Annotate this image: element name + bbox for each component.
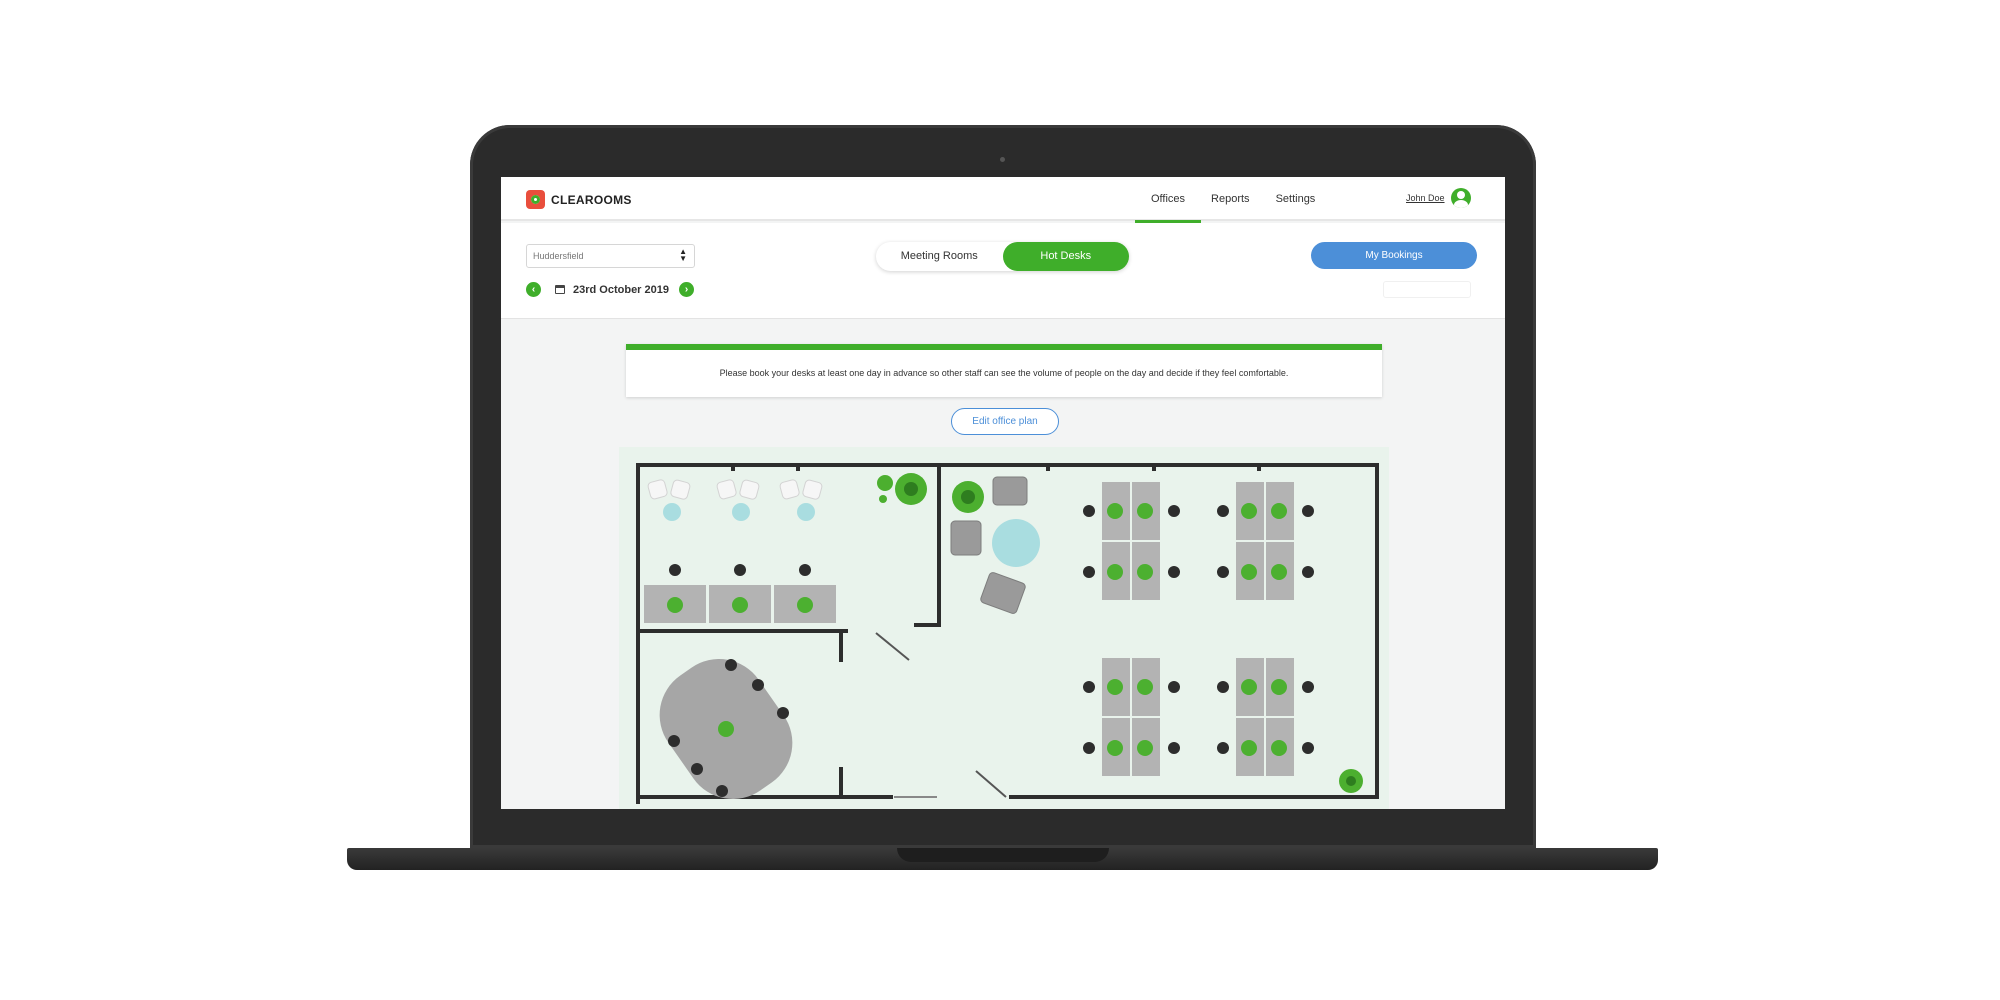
app-name: CLEAROOMS [551, 192, 632, 207]
clearooms-logo-icon [526, 190, 545, 209]
logo[interactable]: CLEAROOMS [526, 190, 632, 209]
main-nav: Offices Reports Settings [1134, 177, 1341, 223]
user-name-link[interactable]: John Doe [1406, 193, 1445, 203]
calendar-icon [555, 285, 565, 294]
office-select[interactable]: Huddersfield ▲ ▼ [526, 244, 695, 268]
user-avatar-icon[interactable] [1450, 188, 1471, 208]
meeting-room-available-marker[interactable] [718, 721, 734, 737]
webcam [1000, 157, 1005, 162]
next-day-button[interactable]: › [679, 282, 694, 297]
booking-type-toggle: Meeting Rooms Hot Desks [876, 242, 1129, 271]
laptop-notch [897, 848, 1109, 862]
prev-day-button[interactable]: ‹ [526, 282, 541, 297]
toolbar: Huddersfield ▲ ▼ ‹ 23rd October 2019 › Me… [501, 223, 1505, 319]
booking-notice: Please book your desks at least one day … [626, 344, 1382, 397]
navbar: CLEAROOMS Offices Reports Settings John … [501, 177, 1505, 223]
nav-settings[interactable]: Settings [1276, 177, 1316, 221]
nav-offices[interactable]: Offices [1134, 177, 1202, 223]
select-arrows-icon: ▲ ▼ [679, 247, 687, 263]
nav-reports[interactable]: Reports [1211, 177, 1250, 221]
current-date[interactable]: 23rd October 2019 [573, 284, 669, 296]
user-menu[interactable]: John Doe [1406, 188, 1471, 208]
coffee-table [992, 519, 1040, 567]
office-floor-plan [619, 447, 1389, 809]
app-screen: CLEAROOMS Offices Reports Settings John … [501, 177, 1505, 809]
date-navigator: ‹ 23rd October 2019 › [526, 282, 694, 297]
tab-meeting-rooms[interactable]: Meeting Rooms [876, 242, 1003, 271]
edit-office-plan-button[interactable]: Edit office plan [951, 408, 1059, 435]
faded-button[interactable] [1383, 281, 1471, 298]
my-bookings-button[interactable]: My Bookings [1311, 242, 1477, 269]
tab-hot-desks[interactable]: Hot Desks [1002, 242, 1129, 271]
office-select-value: Huddersfield [533, 251, 584, 261]
desk-row-a [642, 564, 838, 625]
